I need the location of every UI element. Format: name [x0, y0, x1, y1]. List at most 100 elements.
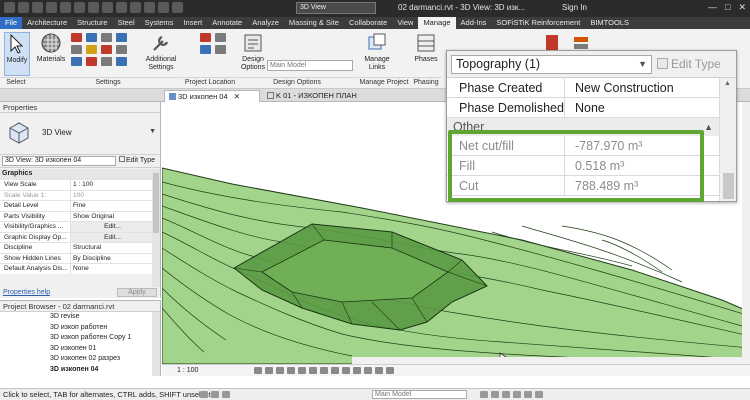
- section-icon[interactable]: [130, 2, 141, 13]
- property-edit-button[interactable]: Edit...: [71, 232, 152, 242]
- browser-item[interactable]: 3D изкоп работен: [0, 323, 160, 334]
- property-row[interactable]: Graphic Display Op... Edit...: [0, 231, 152, 242]
- view-scale[interactable]: 1 : 100: [177, 365, 198, 376]
- tab-plan-view[interactable]: K 01 - ИЗКОПЕН ПЛАН: [263, 90, 383, 102]
- status-model-combo[interactable]: Main Model: [372, 390, 467, 399]
- zoom-scroll-thumb[interactable]: [723, 173, 734, 199]
- app-menu-icon[interactable]: [4, 2, 15, 13]
- location-icon[interactable]: [200, 33, 211, 42]
- select-links-icon[interactable]: [480, 391, 488, 398]
- tab-massing-site[interactable]: Massing & Site: [284, 17, 344, 29]
- property-value[interactable]: Fine: [71, 201, 152, 211]
- type-dropdown-icon[interactable]: ▼: [149, 128, 156, 135]
- property-edit-button[interactable]: Edit...: [71, 222, 152, 232]
- close-hidden-icon[interactable]: [158, 2, 169, 13]
- open-icon[interactable]: [18, 2, 29, 13]
- render-icon[interactable]: [298, 367, 306, 374]
- measure-icon[interactable]: [88, 2, 99, 13]
- tag-icon[interactable]: [102, 2, 113, 13]
- browser-item[interactable]: 3D изкоп работен Copy 1: [0, 333, 160, 344]
- print-icon[interactable]: [74, 2, 85, 13]
- project-info-icon[interactable]: [101, 33, 112, 42]
- detail-level-icon[interactable]: [254, 367, 262, 374]
- additional-settings-button[interactable]: Additional Settings: [140, 32, 182, 72]
- undo-icon[interactable]: [46, 2, 57, 13]
- tab-3d-view[interactable]: 3D изкопен 04 ✕: [164, 90, 260, 102]
- zoom-edit-type-button[interactable]: Edit Type: [657, 56, 721, 73]
- tab-manage[interactable]: Manage: [418, 17, 456, 29]
- property-value[interactable]: Show Original: [71, 212, 152, 222]
- minimize-icon[interactable]: —: [708, 2, 717, 13]
- visual-style-icon[interactable]: [265, 367, 273, 374]
- editing-icon[interactable]: [211, 391, 219, 398]
- properties-help-link[interactable]: Properties help: [3, 287, 50, 298]
- tab-add-ins[interactable]: Add-Ins: [456, 17, 492, 29]
- highlight-displacement-icon[interactable]: [386, 367, 394, 374]
- canvas-horizontal-scrollbar[interactable]: [352, 357, 742, 364]
- main-model-combo[interactable]: Main Model: [267, 60, 353, 71]
- filter-selection-icon[interactable]: [535, 391, 543, 398]
- tab-sofistik-reinforcement[interactable]: SOFiSTiK Reinforcement: [491, 17, 585, 29]
- browser-scrollbar[interactable]: [152, 312, 160, 376]
- transfer-standards-icon[interactable]: [101, 45, 112, 54]
- save-icon[interactable]: [32, 2, 43, 13]
- worksharing-icon[interactable]: [364, 367, 372, 374]
- property-row[interactable]: Visibility/Graphics ... Edit...: [0, 221, 152, 232]
- purge-icon[interactable]: [116, 45, 127, 54]
- browser-item[interactable]: 3D изкопен 04: [0, 365, 160, 376]
- combo-dropdown-icon[interactable]: ▼: [638, 56, 647, 73]
- materials-button[interactable]: Materials: [36, 32, 66, 64]
- zoom-scrollbar[interactable]: ▲: [719, 78, 736, 201]
- tab-steel[interactable]: Steel: [113, 17, 140, 29]
- modify-button[interactable]: Modify: [4, 32, 30, 76]
- maximize-icon[interactable]: □: [725, 2, 730, 13]
- property-row[interactable]: Scale Value 1: 100: [0, 189, 152, 201]
- phases-button[interactable]: Phases: [413, 32, 439, 64]
- analytical-model-icon[interactable]: [375, 367, 383, 374]
- select-underlay-icon[interactable]: [491, 391, 499, 398]
- property-value[interactable]: 100: [71, 191, 152, 201]
- switch-windows-icon[interactable]: [172, 2, 183, 13]
- tab-insert[interactable]: Insert: [178, 17, 207, 29]
- panel-schedule-icon[interactable]: [101, 57, 112, 66]
- worksets-icon[interactable]: [200, 391, 208, 398]
- zoom-property-row[interactable]: Phase Created New Construction: [447, 78, 719, 98]
- line-styles-icon[interactable]: [116, 57, 127, 66]
- tab-annotate[interactable]: Annotate: [207, 17, 247, 29]
- browser-item[interactable]: 3D revise: [0, 312, 160, 323]
- object-styles-icon[interactable]: [71, 33, 82, 42]
- property-value[interactable]: 1 : 100: [71, 180, 152, 190]
- structural-settings-icon[interactable]: [71, 57, 82, 66]
- crop-view-icon[interactable]: [309, 367, 317, 374]
- properties-scrollbar[interactable]: [152, 169, 160, 287]
- zoom-property-row[interactable]: Phase Demolished None: [447, 98, 719, 118]
- property-row[interactable]: Detail Level Fine: [0, 200, 152, 211]
- tab-analyze[interactable]: Analyze: [247, 17, 284, 29]
- apply-button[interactable]: Apply: [117, 288, 157, 297]
- position-icon[interactable]: [200, 45, 211, 54]
- tab-architecture[interactable]: Architecture: [22, 17, 72, 29]
- property-row[interactable]: Parts Visibility Show Original: [0, 210, 152, 222]
- redo-icon[interactable]: [60, 2, 71, 13]
- close-tab-icon[interactable]: ✕: [234, 92, 240, 101]
- reveal-hidden-icon[interactable]: [353, 367, 361, 374]
- coordinates-icon[interactable]: [215, 33, 226, 42]
- property-value[interactable]: By Discipline: [71, 254, 152, 264]
- property-row[interactable]: Discipline Structural: [0, 242, 152, 253]
- shared-parameters-icon[interactable]: [71, 45, 82, 54]
- property-value[interactable]: None: [71, 264, 152, 274]
- property-row[interactable]: View Scale 1 : 100: [0, 179, 152, 190]
- temp-hide-icon[interactable]: [342, 367, 350, 374]
- zoom-property-value[interactable]: New Construction: [565, 78, 719, 97]
- select-by-face-icon[interactable]: [513, 391, 521, 398]
- tab-systems[interactable]: Systems: [140, 17, 179, 29]
- 3d-view-icon[interactable]: [116, 2, 127, 13]
- view-type-combo[interactable]: 3D View: [296, 2, 376, 14]
- scroll-up-icon[interactable]: ▲: [724, 80, 731, 87]
- close-icon[interactable]: ✕: [738, 2, 746, 13]
- instance-filter-combo[interactable]: 3D View: 3D изкопен 04: [2, 156, 116, 166]
- sun-path-icon[interactable]: [276, 367, 284, 374]
- project-parameters-icon[interactable]: [116, 33, 127, 42]
- browser-item[interactable]: 3D изкопен 02 разрез: [0, 354, 160, 365]
- drag-elements-icon[interactable]: [524, 391, 532, 398]
